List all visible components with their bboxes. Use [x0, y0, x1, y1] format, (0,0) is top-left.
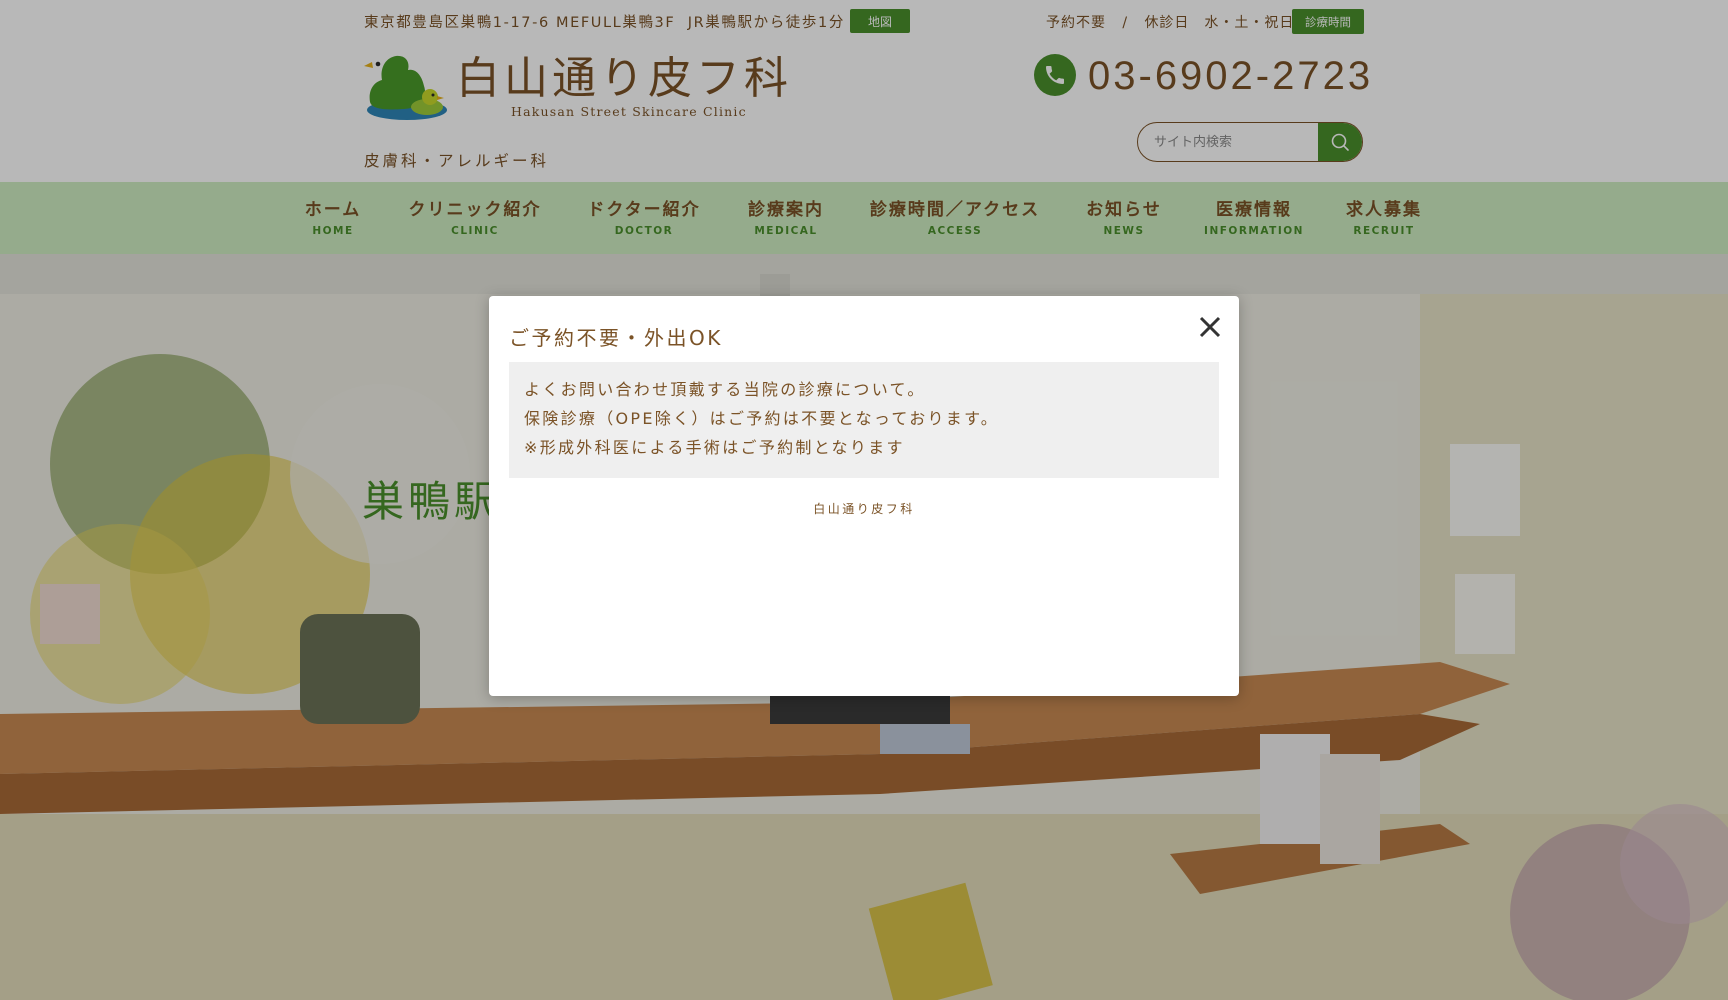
modal-footer-clinic-name: 白山通り皮フ科	[813, 502, 915, 516]
notice-modal: ご予約不要・外出OK よくお問い合わせ頂戴する当院の診療について。 保険診療（O…	[489, 296, 1239, 696]
modal-message-line: ※形成外科医による手術はご予約制となります	[524, 438, 905, 457]
modal-title: ご予約不要・外出OK	[509, 326, 723, 350]
modal-message-box: よくお問い合わせ頂戴する当院の診療について。 保険診療（OPE除く）はご予約は不…	[509, 362, 1219, 478]
close-button[interactable]	[1193, 310, 1227, 344]
modal-message-line: よくお問い合わせ頂戴する当院の診療について。	[524, 380, 926, 399]
modal-message-line: 保険診療（OPE除く）はご予約は不要となっております。	[524, 409, 1000, 428]
page: 東京都豊島区巣鴨1-17-6 MEFULL巣鴨3F JR巣鴨駅から徒歩1分 地図…	[0, 0, 1728, 1000]
close-icon	[1199, 316, 1221, 338]
